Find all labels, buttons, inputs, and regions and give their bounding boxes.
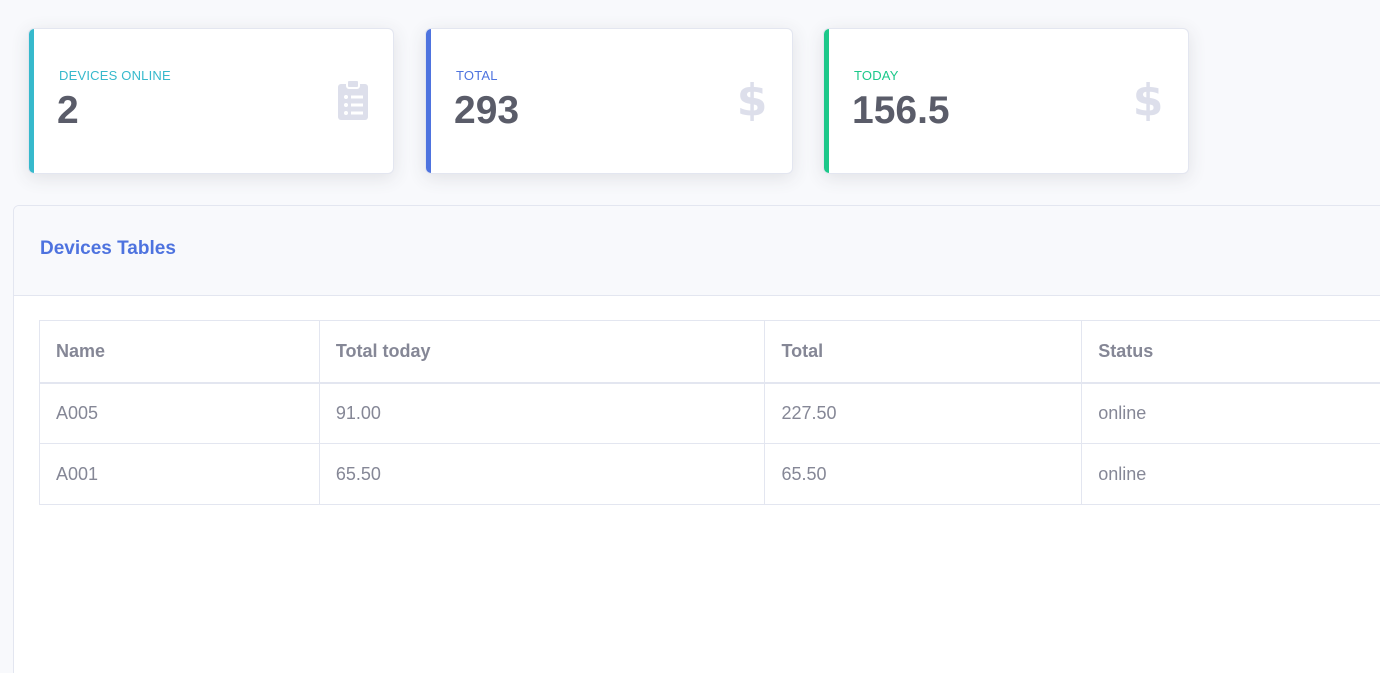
- table-row: A001 65.50 65.50 online: [39, 443, 1380, 505]
- devices-online-value: 2: [57, 89, 79, 132]
- table-header-row: Name Total today Total Status: [39, 320, 1380, 384]
- total-value: 293: [454, 89, 520, 132]
- devices-table: Name Total today Total Status A005 91.00…: [39, 320, 1380, 505]
- today-value: 156.5: [852, 89, 950, 132]
- devices-online-card: DEVICES ONLINE 2: [28, 28, 394, 174]
- svg-text:$: $: [737, 79, 768, 121]
- svg-text:$: $: [1133, 79, 1164, 121]
- dollar-sign-icon: $: [1132, 79, 1164, 121]
- column-header-total-today[interactable]: Total today: [318, 320, 766, 384]
- column-header-total[interactable]: Total: [764, 320, 1083, 384]
- table-row: A005 91.00 227.50 online: [39, 382, 1380, 444]
- total-card: TOTAL 293 $: [425, 28, 793, 174]
- dollar-sign-icon: $: [736, 79, 768, 121]
- cell-name: A005: [39, 382, 320, 444]
- devices-table-panel: Devices Tables Name Total today Total St…: [13, 205, 1380, 673]
- devices-online-label: DEVICES ONLINE: [59, 68, 171, 83]
- column-header-status[interactable]: Status: [1081, 320, 1380, 384]
- panel-header: Devices Tables: [14, 206, 1380, 296]
- dashboard-page: DEVICES ONLINE 2 TOTAL 293 $ TODAY 156.5…: [0, 0, 1380, 673]
- cell-total: 227.50: [764, 382, 1083, 444]
- cell-status: online: [1081, 443, 1380, 505]
- today-card: TODAY 156.5 $: [823, 28, 1189, 174]
- cell-name: A001: [39, 443, 320, 505]
- cell-total: 65.50: [764, 443, 1083, 505]
- cell-status: online: [1081, 382, 1380, 444]
- cell-total-today: 91.00: [318, 382, 766, 444]
- today-label: TODAY: [854, 68, 899, 83]
- column-header-name[interactable]: Name: [39, 320, 320, 384]
- clipboard-list-icon: [337, 79, 369, 121]
- cell-total-today: 65.50: [318, 443, 766, 505]
- panel-title: Devices Tables: [40, 238, 176, 259]
- total-label: TOTAL: [456, 68, 498, 83]
